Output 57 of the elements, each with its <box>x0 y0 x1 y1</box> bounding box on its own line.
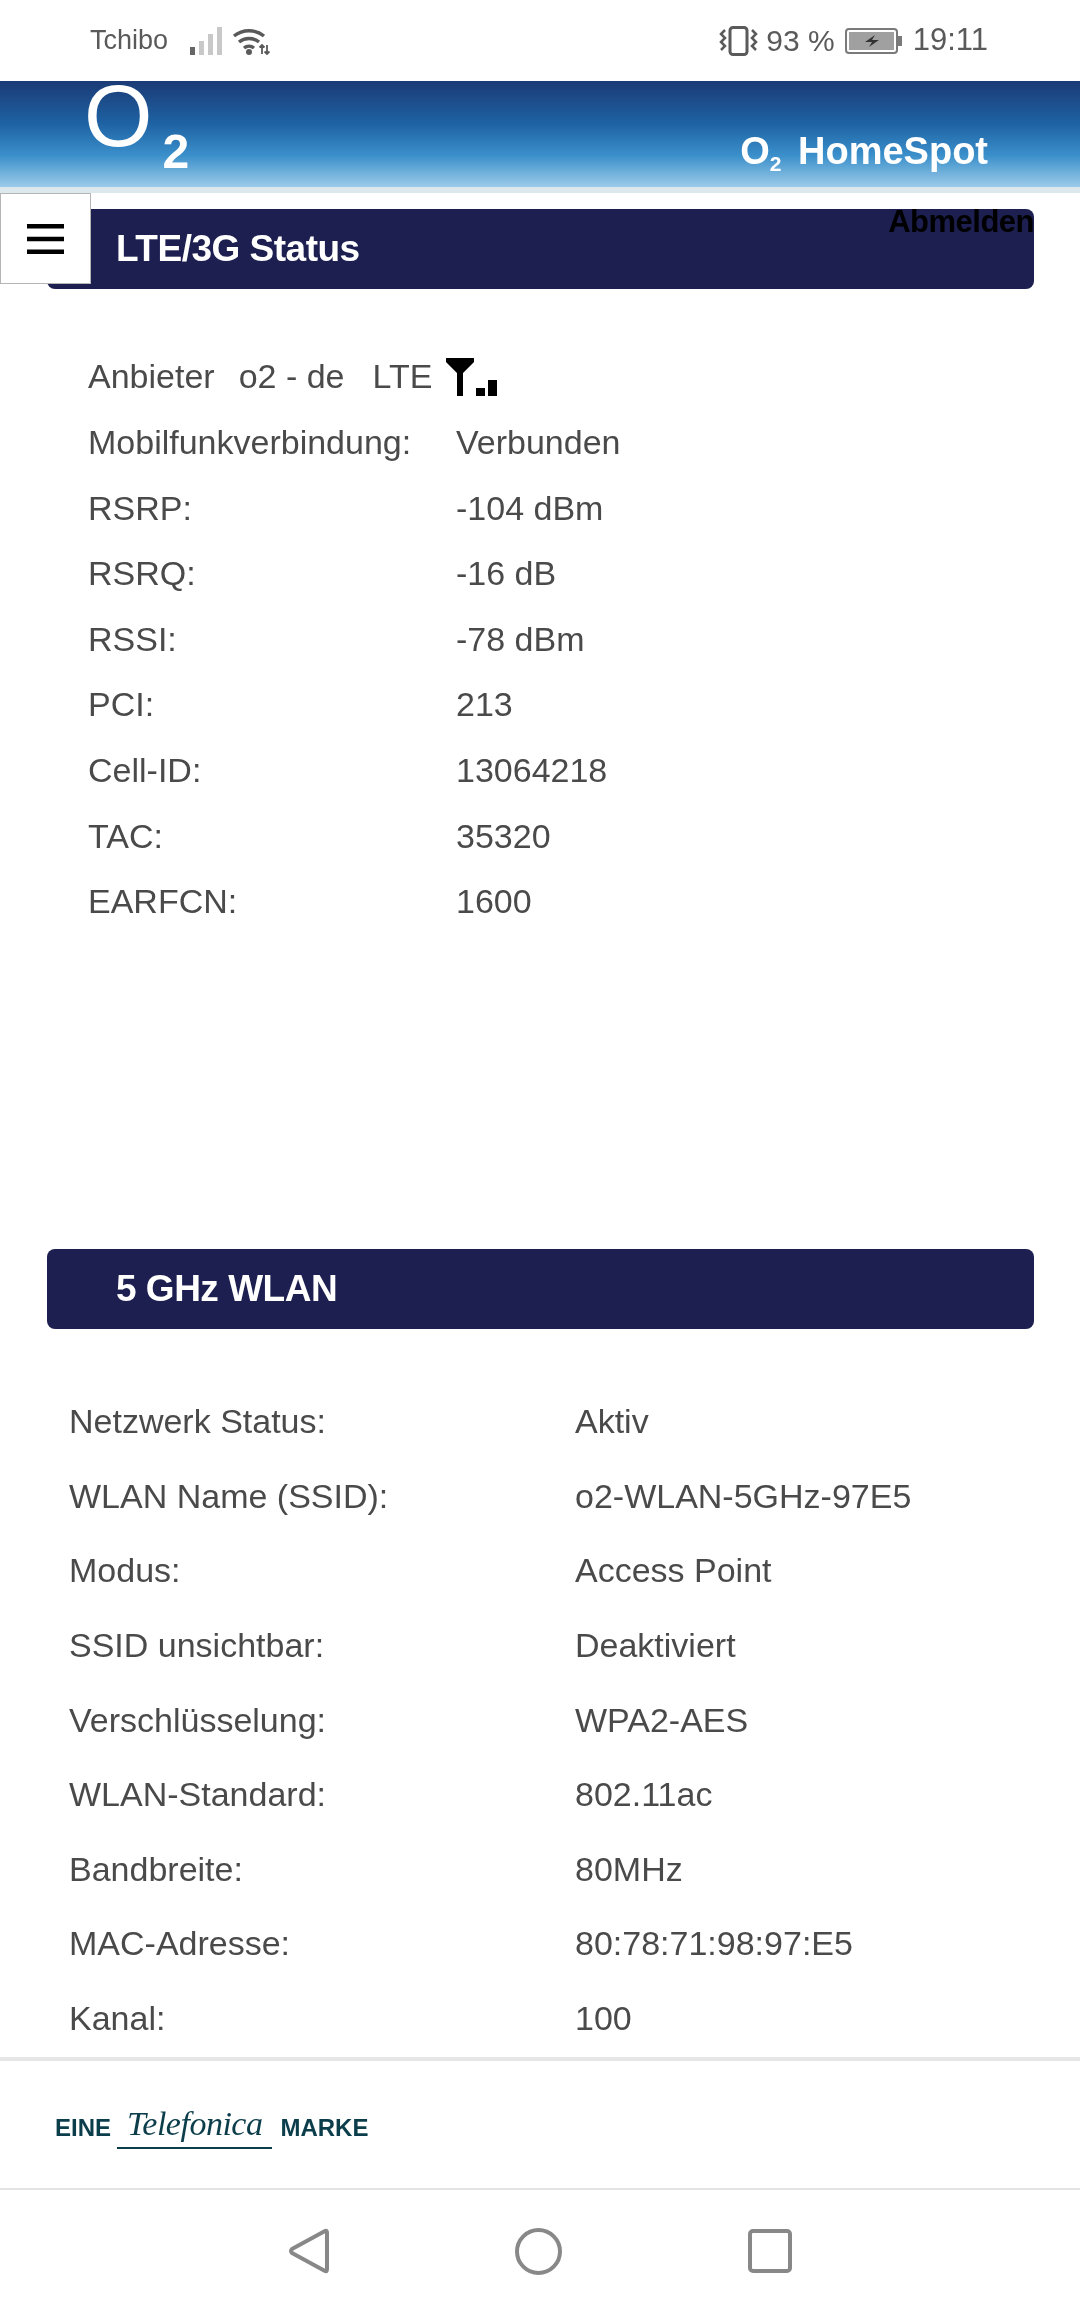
field-label: Kanal: <box>69 1998 166 2039</box>
field-value: 1600 <box>456 881 532 922</box>
recents-icon[interactable] <box>748 2229 792 2273</box>
field-label: TAC: <box>88 815 163 857</box>
field-value: WPA2-AES <box>575 1699 749 1741</box>
antenna-signal-icon <box>446 357 498 396</box>
field-value: 80MHz <box>575 1848 683 1890</box>
clock-time: 19:11 <box>912 23 988 58</box>
provider-label: Anbieter <box>88 356 215 398</box>
field-label: MAC-Adresse: <box>69 1923 291 1965</box>
carrier-name: Tchibo <box>90 25 169 56</box>
section-header: 5 GHz WLAN <box>47 1249 1034 1330</box>
logout-link[interactable]: Abmelden <box>888 206 1034 237</box>
field-label: EARFCN: <box>88 881 238 922</box>
vibrate-icon <box>718 25 760 56</box>
field-label: PCI: <box>88 684 155 726</box>
field-value: -78 dBm <box>456 618 585 660</box>
menu-icon <box>27 223 64 254</box>
provider-name: o2 - de <box>238 356 345 398</box>
field-label: WLAN-Standard: <box>69 1774 326 1815</box>
brand-wordmark: Telefonica <box>117 2106 273 2149</box>
field-value: 35320 <box>456 815 551 857</box>
field-label: RSRQ: <box>88 553 196 594</box>
field-value: 13064218 <box>456 749 608 791</box>
wifi-icon <box>232 26 271 55</box>
field-label: Mobilfunkverbindung: <box>88 422 412 463</box>
field-value: 213 <box>456 684 513 726</box>
field-value: Aktiv <box>575 1401 649 1443</box>
field-label: Verschlüsselung: <box>69 1699 327 1741</box>
field-value: o2-WLAN-5GHz-97E5 <box>575 1475 912 1517</box>
field-value: Access Point <box>575 1550 772 1592</box>
field-value: -104 dBm <box>456 487 604 529</box>
o2-logo: O$_{2}$ <box>84 83 190 170</box>
field-label: SSID unsichtbar: <box>69 1625 325 1666</box>
brand-prefix: EINE <box>55 2115 111 2140</box>
field-label: Cell-ID: <box>88 749 202 791</box>
back-icon[interactable] <box>288 2228 329 2274</box>
field-value: 80:78:71:98:97:E5 <box>575 1923 853 1965</box>
battery-charging-icon <box>844 27 902 54</box>
menu-button[interactable] <box>0 193 91 284</box>
field-label: Netzwerk Status: <box>69 1401 326 1443</box>
field-value: Deaktiviert <box>575 1625 736 1666</box>
field-label: WLAN Name (SSID): <box>69 1475 389 1517</box>
field-value: Verbunden <box>456 422 621 463</box>
signal-icon <box>190 26 223 55</box>
network-type: LTE <box>372 356 433 398</box>
field-label: RSSI: <box>88 618 177 660</box>
app-title: O$_{2}$ HomeSpot <box>740 129 988 174</box>
field-value: -16 dB <box>456 553 557 594</box>
home-icon[interactable] <box>515 2227 562 2275</box>
field-value: 100 <box>575 1998 632 2039</box>
field-value: 802.11ac <box>575 1774 713 1815</box>
battery-percentage: 93 % <box>766 24 835 57</box>
field-label: RSRP: <box>88 487 192 529</box>
field-label: Bandbreite: <box>69 1848 243 1890</box>
brand-suffix: MARKE <box>280 2115 369 2140</box>
field-label: Modus: <box>69 1550 181 1592</box>
